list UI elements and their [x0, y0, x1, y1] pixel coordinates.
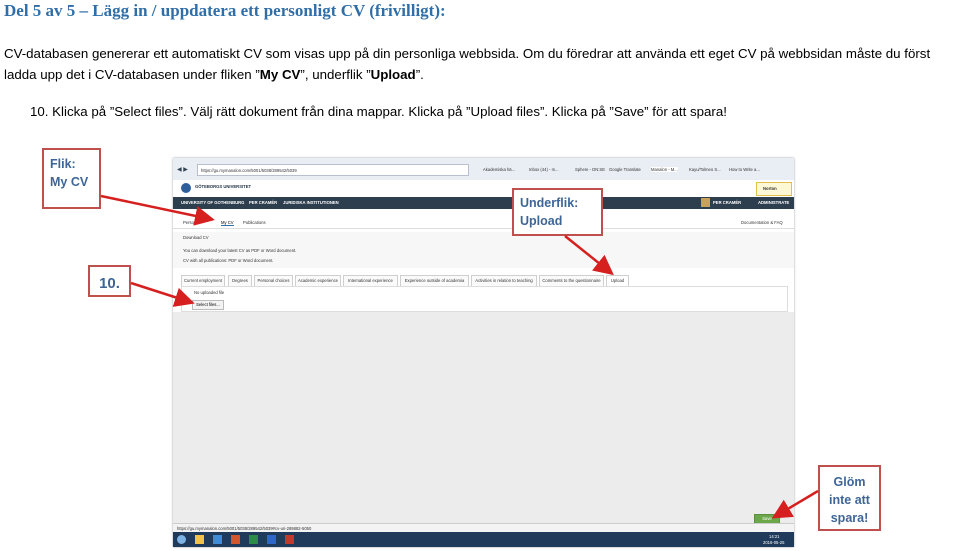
arrow-to-select-files — [130, 281, 195, 307]
annotation-arrows — [100, 194, 819, 519]
arrow-to-upload — [564, 235, 614, 276]
arrow-to-save — [771, 489, 819, 519]
arrow-to-my-cv — [100, 194, 215, 226]
